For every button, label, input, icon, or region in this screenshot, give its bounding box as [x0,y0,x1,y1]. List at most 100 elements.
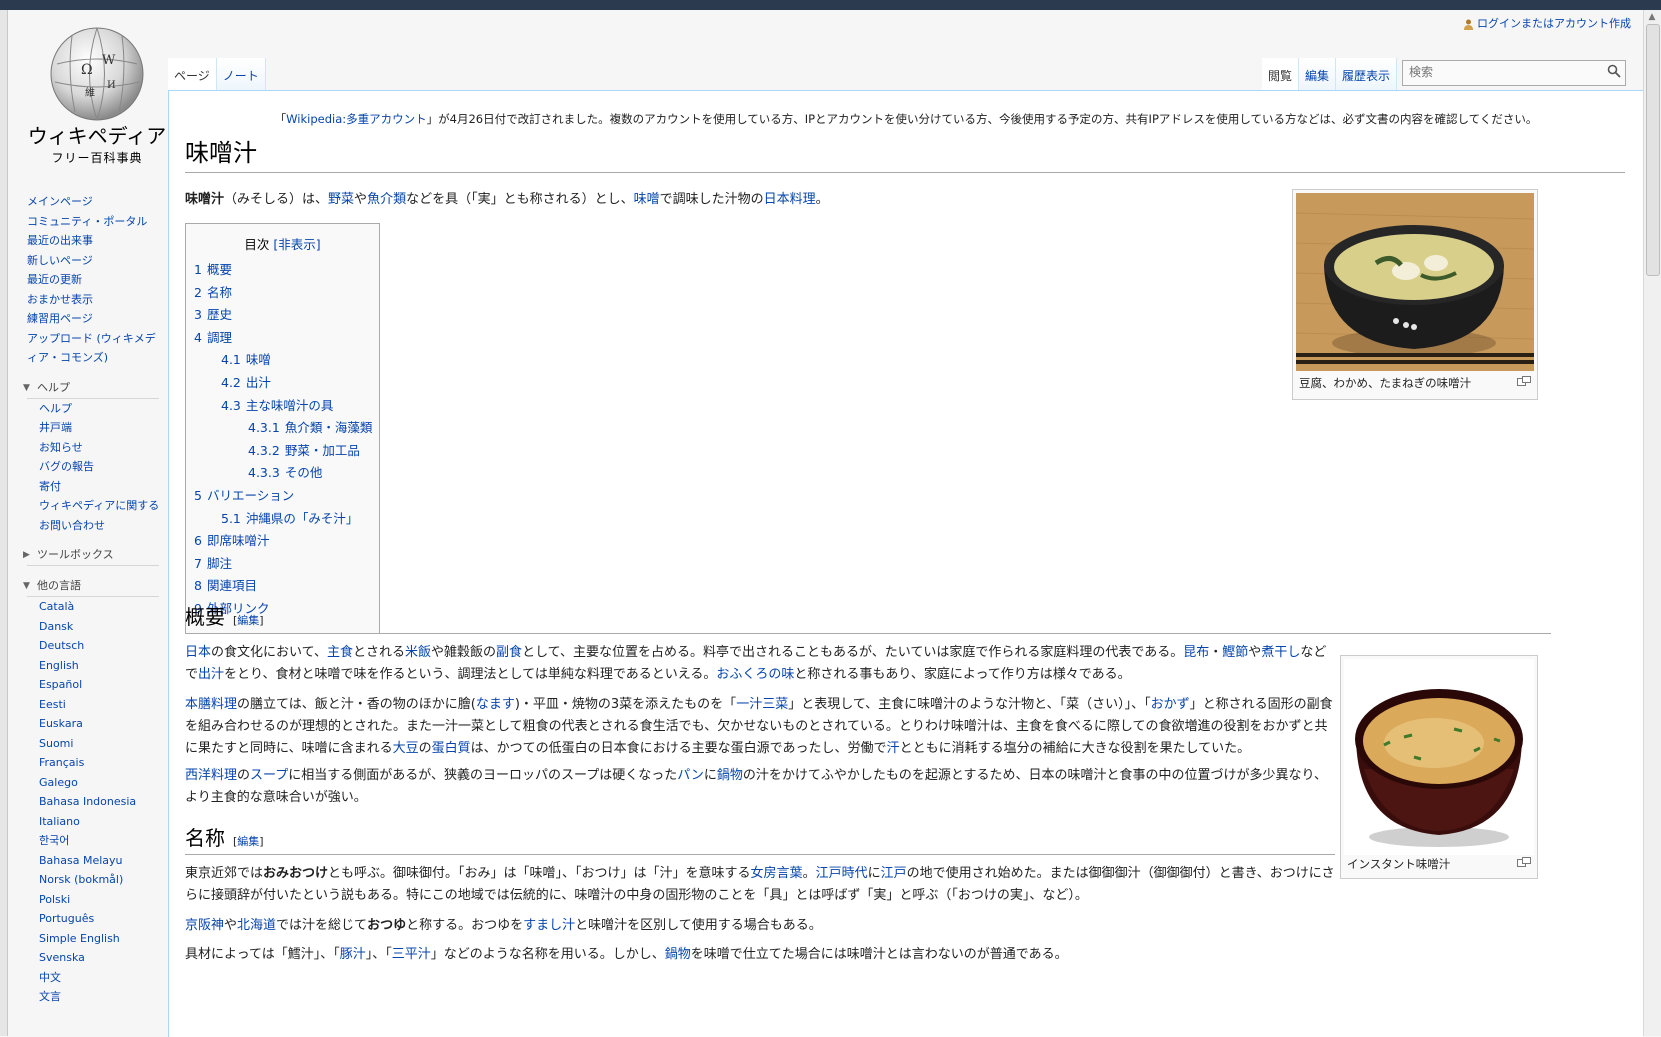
link[interactable]: 汗 [887,741,900,756]
sidebar-nav-item[interactable]: おまかせ表示 [27,290,162,310]
sidebar-language-item[interactable]: Català [39,597,162,617]
toc-item[interactable]: 4.3.3 その他 [186,462,379,485]
link[interactable]: 鍋物 [665,947,691,962]
link[interactable]: 京阪神 [185,918,224,933]
instant-miso-soup-photo[interactable] [1344,659,1534,855]
toolbox-section-header[interactable]: ▶ ツールボックス [23,545,159,566]
toc-item[interactable]: 3 歴史 [186,304,379,327]
sidebar-language-item[interactable]: 中文 [39,968,162,988]
sidebar-nav-item[interactable]: アップロード (ウィキメディア・コモンズ) [27,329,162,368]
link[interactable]: 昆布 [1183,645,1209,660]
help-section-header[interactable]: ▼ ヘルプ [23,378,159,399]
sidebar-language-item[interactable]: 文言 [39,987,162,1007]
toc-item[interactable]: 1 概要 [186,259,379,282]
tab-page[interactable]: ページ [168,58,217,90]
sidebar-language-item[interactable]: Español [39,675,162,695]
toc-item[interactable]: 5 バリエーション [186,485,379,508]
link[interactable]: 大豆 [393,741,419,756]
toc-item[interactable]: 4.2 出汁 [186,372,379,395]
tab-read[interactable]: 閲覧 [1262,58,1300,90]
link[interactable]: 主食 [327,645,353,660]
sidebar-nav-item[interactable]: メインページ [27,192,162,212]
sidebar-language-item[interactable]: Galego [39,773,162,793]
magnify-icon[interactable] [1517,857,1531,867]
sidebar-language-item[interactable]: Italiano [39,812,162,832]
link[interactable]: おふくろの味 [716,667,794,682]
sidebar-language-item[interactable]: Bahasa Melayu [39,851,162,871]
link[interactable]: 江戸 [881,866,907,881]
link-nihon-ryori[interactable]: 日本料理 [764,192,816,207]
tab-talk[interactable]: ノート [216,58,266,90]
link[interactable]: 西洋料理 [185,768,237,783]
sidebar-language-item[interactable]: Svenska [39,948,162,968]
toc-item[interactable]: 4.1 味噌 [186,349,379,372]
link[interactable]: 北海道 [237,918,276,933]
sidebar-language-item[interactable]: Suomi [39,734,162,754]
magnify-icon[interactable] [1517,376,1531,386]
sidebar-language-item[interactable]: Simple English [39,929,162,949]
sidebar-help-item[interactable]: 寄付 [39,477,162,497]
link[interactable]: 三平汁 [392,947,431,962]
miso-soup-bowl-photo[interactable] [1296,193,1534,371]
languages-section-header[interactable]: ▼ 他の言語 [23,576,159,597]
toc-item[interactable]: 4.3.2 野菜・加工品 [186,440,379,463]
edit-link[interactable]: 編集 [237,835,259,848]
link[interactable]: 副食 [496,645,522,660]
sidebar-language-item[interactable]: Eesti [39,695,162,715]
scrollbar-thumb[interactable] [1646,24,1660,276]
link[interactable]: 江戸時代 [816,866,868,881]
toc-item[interactable]: 7 脚注 [186,553,379,576]
link[interactable]: なます [476,697,515,712]
sidebar-language-item[interactable]: Français [39,753,162,773]
wikipedia-logo[interactable]: Ω W 維 И ウィキペディア フリー百科事典 [27,24,167,165]
link[interactable]: 本膳料理 [185,697,237,712]
vertical-scrollbar[interactable]: ▲ [1643,10,1661,1036]
link-miso[interactable]: 味噌 [634,192,660,207]
sidebar-help-item[interactable]: 井戸端 [39,418,162,438]
toc-item[interactable]: 2 名称 [186,282,379,305]
link-yasai[interactable]: 野菜 [328,192,354,207]
edit-link[interactable]: 編集 [237,614,259,627]
link[interactable]: 日本 [185,645,211,660]
sidebar-language-item[interactable]: Polski [39,890,162,910]
toc-item[interactable]: 5.1 沖縄県の「みそ汁」 [186,508,379,531]
toc-item[interactable]: 8 関連項目 [186,575,379,598]
sidebar-help-item[interactable]: バグの報告 [39,457,162,477]
tab-history[interactable]: 履歴表示 [1336,58,1398,90]
sidebar-language-item[interactable]: Norsk (bokmål) [39,870,162,890]
notice-link[interactable]: Wikipedia:多重アカウント [286,112,426,126]
link[interactable]: おかず [1151,697,1190,712]
sidebar-language-item[interactable]: Bahasa Indonesia [39,792,162,812]
link[interactable]: 鰹節 [1222,645,1248,660]
toc-item[interactable]: 4 調理 [186,327,379,350]
toc-hide-toggle[interactable]: [非表示] [273,237,320,252]
link[interactable]: 女房言葉 [751,866,803,881]
tab-edit[interactable]: 編集 [1299,58,1337,90]
link[interactable]: 鍋物 [717,768,743,783]
sidebar-nav-item[interactable]: 新しいページ [27,251,162,271]
sidebar-language-item[interactable]: Deutsch [39,636,162,656]
sidebar-language-item[interactable]: Dansk [39,617,162,637]
link[interactable]: 出汁 [198,667,224,682]
sidebar-language-item[interactable]: Português [39,909,162,929]
sidebar-language-item[interactable]: 한국어 [39,831,162,851]
link[interactable]: 一汁三菜 [736,697,788,712]
sidebar-nav-item[interactable]: 最近の出来事 [27,231,162,251]
search-icon[interactable] [1607,64,1621,78]
link[interactable]: すまし汁 [523,918,575,933]
link[interactable]: スープ [250,768,288,783]
toc-item[interactable]: 6 即席味噌汁 [186,530,379,553]
sidebar-nav-item[interactable]: 練習用ページ [27,309,162,329]
scroll-up-icon[interactable]: ▲ [1647,12,1657,22]
toc-item[interactable]: 4.3 主な味噌汁の具 [186,395,379,418]
sidebar-help-item[interactable]: ヘルプ [39,399,162,419]
link[interactable]: 蛋白質 [432,741,471,756]
link[interactable]: 豚汁 [340,947,366,962]
link[interactable]: 煮干し [1261,645,1300,660]
toc-item[interactable]: 4.3.1 魚介類・海藻類 [186,417,379,440]
link[interactable]: パン [677,768,704,783]
sidebar-nav-item[interactable]: 最近の更新 [27,270,162,290]
sidebar-nav-item[interactable]: コミュニティ・ポータル [27,212,162,232]
link[interactable]: 米飯 [405,645,431,660]
search-input[interactable] [1407,64,1601,80]
